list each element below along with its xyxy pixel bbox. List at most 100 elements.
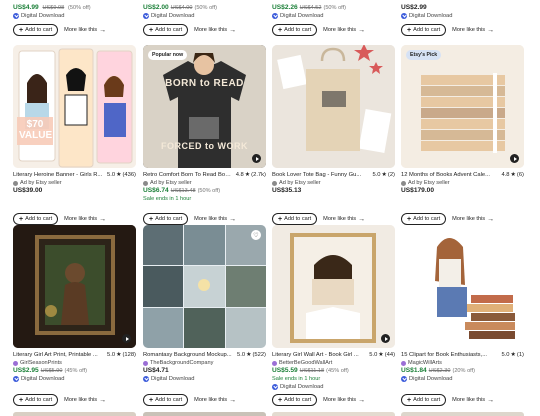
- product-card-bottom-3[interactable]: Literary Girl Wall Art - Book Girl ... 5.…: [272, 351, 395, 406]
- etsys-pick-badge: Etsy's Pick: [406, 50, 442, 60]
- shirt-text-top: BORN to READ: [165, 78, 244, 89]
- product-card-middle-2[interactable]: Retro Comfort Born To Read Boo... 4.8 ★ (2.…: [143, 171, 266, 225]
- more-like-this-link[interactable]: More like this →: [64, 216, 106, 223]
- add-to-cart-button[interactable]: + Add to cart: [13, 394, 59, 406]
- discount: (50% off): [68, 5, 91, 11]
- product-image[interactable]: Popular now BORN to READ FORCED to WORK: [143, 45, 266, 168]
- sale-price: US$6.74: [143, 187, 169, 194]
- product-title[interactable]: Literary Girl Wall Art - Book Girl ...: [272, 351, 359, 359]
- next-row-image-1[interactable]: [13, 412, 136, 416]
- more-like-this-link[interactable]: More like this →: [323, 397, 365, 404]
- product-title[interactable]: Literary Girl Art Print, Printable ...: [13, 351, 98, 359]
- product-card-top-4[interactable]: US$2.99 Digital Download + Add to cart Mo…: [401, 0, 524, 36]
- more-like-this-link[interactable]: More like this →: [194, 216, 236, 223]
- digital-download-label: Digital Download: [272, 383, 395, 391]
- arrow-right-icon: →: [229, 215, 237, 223]
- original-price: US$4.00: [170, 5, 193, 11]
- more-like-this-link[interactable]: More like this →: [452, 216, 494, 223]
- digital-download-label: Digital Download: [401, 12, 524, 20]
- star-icon: ★: [510, 352, 516, 358]
- rating: 5.0 ★ (1): [501, 352, 524, 358]
- product-title[interactable]: Book Lover Tote Bag - Funny Gu...: [272, 171, 361, 179]
- more-like-this-link[interactable]: More like this →: [452, 397, 494, 404]
- add-to-cart-button[interactable]: + Add to cart: [401, 24, 447, 36]
- seller-label: Ad by Etsy seller: [13, 179, 136, 187]
- add-to-cart-button[interactable]: + Add to cart: [401, 394, 447, 406]
- product-image[interactable]: [272, 45, 395, 168]
- more-like-this-link[interactable]: More like this →: [323, 216, 365, 223]
- price: US$35.13: [272, 187, 302, 194]
- product-title[interactable]: Romantasy Background Mockup...: [143, 351, 232, 359]
- next-row-image-3[interactable]: [272, 412, 395, 416]
- product-image[interactable]: ♡: [143, 225, 266, 348]
- arrow-right-icon: →: [358, 26, 366, 34]
- play-video-icon[interactable]: [122, 334, 131, 343]
- price: US$179.00: [401, 187, 434, 194]
- product-card-bottom-2[interactable]: Romantasy Background Mockup... 5.0 ★ (522) …: [143, 351, 266, 406]
- original-price: US$5.90: [40, 368, 63, 374]
- download-icon: [272, 13, 278, 19]
- add-to-cart-button[interactable]: + Add to cart: [272, 394, 318, 406]
- add-to-cart-button[interactable]: + Add to cart: [13, 213, 59, 225]
- product-card-bottom-4[interactable]: 15 Clipart for Book Enthusiasts,... 5.0 ★(…: [401, 351, 524, 406]
- star-icon: ★: [510, 172, 516, 178]
- product-image[interactable]: [401, 225, 524, 348]
- more-like-this-link[interactable]: More like this →: [194, 27, 236, 34]
- star-icon: ★: [244, 172, 251, 178]
- product-title[interactable]: 12 Months of Books Advent Cale...: [401, 171, 490, 179]
- sale-price: US$2.95: [13, 367, 39, 374]
- tote-bag-image: [272, 45, 395, 168]
- next-row-image-2[interactable]: [143, 412, 266, 416]
- add-to-cart-button[interactable]: + Add to cart: [143, 24, 189, 36]
- more-like-this-link[interactable]: More like this →: [323, 27, 365, 34]
- product-card-middle-4[interactable]: 12 Months of Books Advent Cale... 4.8 ★ (6)…: [401, 171, 524, 225]
- product-card-bottom-1[interactable]: Literary Girl Art Print, Printable ... 5.…: [13, 351, 136, 406]
- rating: 4.8 ★ (2.7k): [235, 172, 266, 178]
- favorite-heart-icon[interactable]: ♡: [251, 230, 261, 240]
- product-title[interactable]: Literary Heroine Banner - Girls R...: [13, 171, 102, 179]
- digital-download-label: Digital Download: [401, 375, 524, 383]
- add-to-cart-button[interactable]: + Add to cart: [143, 213, 189, 225]
- play-video-icon[interactable]: [510, 154, 519, 163]
- product-image[interactable]: Etsy's Pick: [401, 45, 524, 168]
- original-price: US$4.52: [299, 5, 322, 11]
- digital-download-label: Digital Download: [13, 12, 136, 20]
- product-image[interactable]: [272, 225, 395, 348]
- add-to-cart-button[interactable]: + Add to cart: [272, 24, 318, 36]
- add-to-cart-button[interactable]: + Add to cart: [13, 24, 59, 36]
- more-like-this-link[interactable]: More like this →: [64, 397, 106, 404]
- popular-badge: Popular now: [148, 50, 188, 60]
- play-video-icon[interactable]: [381, 334, 390, 343]
- discount: (20% off): [452, 368, 476, 374]
- more-like-this-link[interactable]: More like this →: [452, 27, 494, 34]
- add-to-cart-button[interactable]: + Add to cart: [401, 213, 447, 225]
- plus-icon: +: [407, 26, 412, 34]
- discount: (45% off): [64, 368, 88, 374]
- product-card-top-3[interactable]: US$2.26 US$4.52 (50% off) Digital Download…: [272, 0, 395, 36]
- add-to-cart-button[interactable]: + Add to cart: [143, 394, 189, 406]
- product-image[interactable]: [13, 225, 136, 348]
- product-card-middle-3[interactable]: Book Lover Tote Bag - Funny Gu... 5.0 ★ (2)…: [272, 171, 395, 225]
- product-title[interactable]: Retro Comfort Born To Read Boo...: [143, 171, 233, 179]
- product-image[interactable]: $70 VALUE: [13, 45, 136, 168]
- plus-icon: +: [19, 215, 24, 223]
- digital-download-label: Digital Download: [143, 375, 266, 383]
- product-card-top-1[interactable]: US$4.99 US$9.98 (50% off) Digital Downlo…: [13, 0, 136, 36]
- price: US$4.71: [143, 367, 169, 374]
- add-to-cart-button[interactable]: + Add to cart: [272, 213, 318, 225]
- plus-icon: +: [278, 26, 283, 34]
- digital-download-label: Digital Download: [13, 375, 136, 383]
- play-video-icon[interactable]: [252, 154, 261, 163]
- plus-icon: +: [278, 215, 283, 223]
- more-like-this-link[interactable]: More like this →: [64, 27, 106, 34]
- arrow-right-icon: →: [99, 26, 107, 34]
- book-advent-calendar-image: [401, 45, 524, 168]
- product-title[interactable]: 15 Clipart for Book Enthusiasts,...: [401, 351, 487, 359]
- sale-price: US$4.99: [13, 4, 39, 11]
- product-card-top-2[interactable]: US$2.00 US$4.00 (50% off) Digital Download…: [143, 0, 266, 36]
- next-row-image-4[interactable]: [401, 412, 524, 416]
- more-like-this-link[interactable]: More like this →: [194, 397, 236, 404]
- product-card-middle-1[interactable]: Literary Heroine Banner - Girls R... 5.0 ★…: [13, 171, 136, 225]
- arrow-right-icon: →: [487, 396, 495, 404]
- plus-icon: +: [149, 396, 154, 404]
